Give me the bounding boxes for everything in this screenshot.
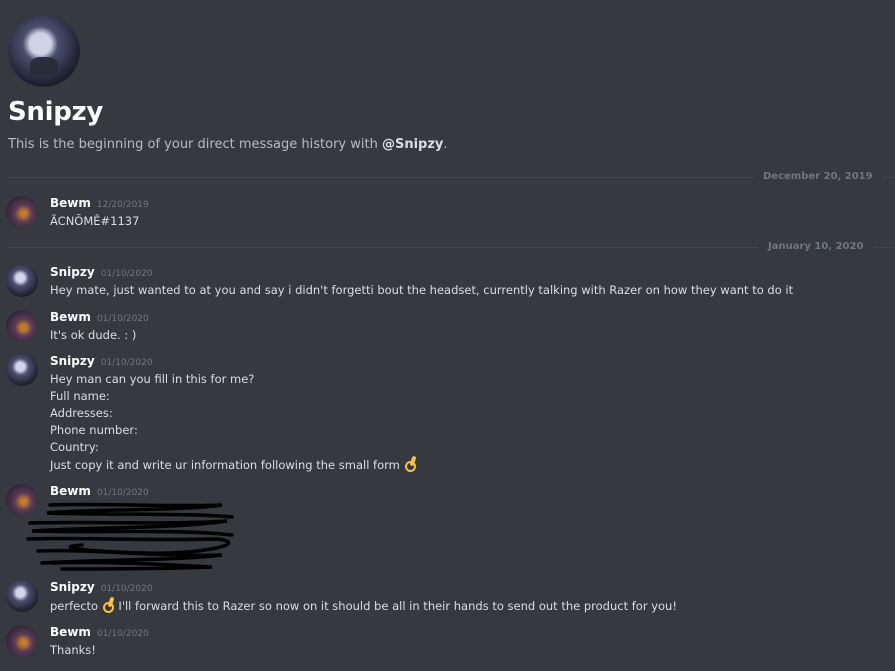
message-text: Full name: (50, 389, 110, 403)
dm-header: Snipzy This is the beginning of your dir… (8, 15, 888, 152)
date-divider: January 10, 2020 (8, 240, 895, 254)
dm-intro: This is the beginning of your direct mes… (8, 137, 888, 152)
message: Snipzy 01/10/2020 perfecto I'll forward t… (6, 578, 886, 615)
message-text: I'll forward this to Razer so now on it … (118, 599, 677, 613)
dm-title: Snipzy (8, 97, 104, 127)
avatar[interactable] (6, 580, 38, 612)
snipzy-profile-avatar[interactable] (8, 15, 80, 87)
dm-intro-prefix: This is the beginning of your direct mes… (8, 137, 382, 152)
date-divider-label: December 20, 2019 (753, 170, 883, 184)
message-timestamp: 01/10/2020 (100, 358, 153, 368)
message-timestamp: 01/10/2020 (100, 584, 153, 594)
message: Bewm 01/10/2020 It's ok dude. : ) (6, 308, 886, 344)
message-timestamp: 01/10/2020 (100, 269, 153, 279)
message-author[interactable]: Snipzy (50, 265, 95, 279)
message-text-with-emoji: perfecto I'll forward this to Razer so n… (50, 597, 886, 615)
message-text: Phone number: (50, 423, 138, 437)
date-divider-label: January 10, 2020 (758, 240, 874, 254)
avatar[interactable] (6, 310, 38, 342)
scribble-redaction (26, 502, 234, 571)
avatar[interactable] (6, 196, 38, 228)
message-author[interactable]: Bewm (50, 484, 91, 498)
dm-intro-suffix: . (443, 137, 448, 152)
message-timestamp: 01/10/2020 (96, 488, 149, 498)
ok-hand-emoji-icon (404, 456, 417, 472)
message-text: perfecto (50, 599, 99, 613)
message: Snipzy 01/10/2020 Hey man can you fill in… (6, 352, 886, 474)
message-text: It's ok dude. : ) (50, 328, 137, 342)
message-text: Thanks! (50, 643, 96, 657)
redacted-message-content (22, 501, 242, 571)
message-author[interactable]: Snipzy (50, 354, 95, 368)
message-text: ÃCNÕMÊ#1137 (50, 214, 140, 228)
avatar[interactable] (6, 265, 38, 297)
message: Bewm 01/10/2020 (6, 482, 886, 571)
date-divider: December 20, 2019 (8, 170, 895, 184)
avatar[interactable] (6, 354, 38, 386)
message-text: Hey man can you fill in this for me? (50, 372, 255, 386)
message-author[interactable]: Snipzy (50, 580, 95, 594)
message-author[interactable]: Bewm (50, 196, 91, 210)
dm-intro-handle[interactable]: @Snipzy (382, 137, 443, 152)
message-timestamp: 01/10/2020 (96, 314, 149, 324)
message-text: Just copy it and write ur information fo… (50, 458, 400, 472)
message-timestamp: 01/10/2020 (96, 629, 149, 639)
ok-hand-emoji-icon (102, 597, 115, 613)
message: Bewm 01/10/2020 Thanks! (6, 623, 886, 659)
message-text: Hey mate, just wanted to at you and say … (50, 283, 794, 297)
message: Snipzy 01/10/2020 Hey mate, just wanted t… (6, 263, 886, 299)
avatar[interactable] (6, 625, 38, 657)
dm-channel: Snipzy This is the beginning of your dir… (0, 0, 895, 671)
message-author[interactable]: Bewm (50, 625, 91, 639)
message: Bewm 12/20/2019 ÃCNÕMÊ#1137 (6, 194, 886, 230)
message-text-with-emoji: Just copy it and write ur information fo… (50, 456, 886, 474)
message-text: Addresses: (50, 406, 113, 420)
message-timestamp: 12/20/2019 (96, 200, 149, 210)
message-author[interactable]: Bewm (50, 310, 91, 324)
message-text: Country: (50, 440, 99, 454)
